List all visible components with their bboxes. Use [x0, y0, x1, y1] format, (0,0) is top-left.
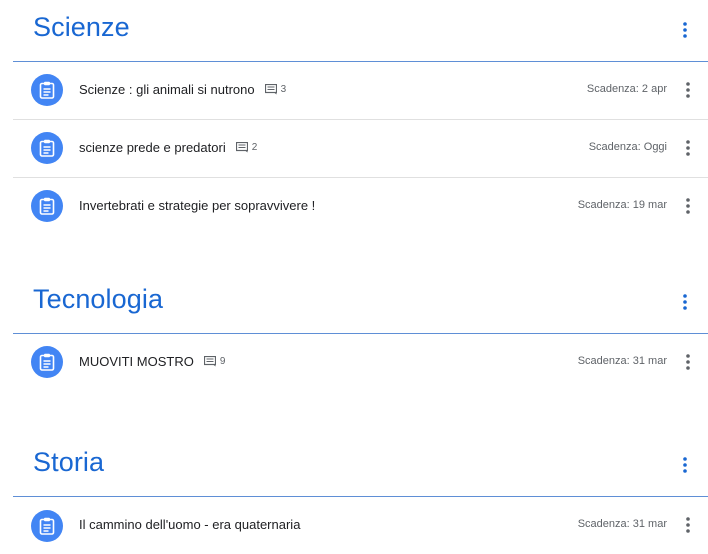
comment-count: 9	[203, 356, 226, 367]
more-vert-icon	[686, 82, 690, 98]
comment-icon	[264, 84, 277, 95]
assignment-item[interactable]: MUOVITI MOSTRO 9 Scadenza: 31 mar	[13, 334, 708, 391]
assignment-title-row: MUOVITI MOSTRO 9	[79, 354, 225, 369]
topic-header: Scienze	[0, 0, 708, 62]
topic-more-button[interactable]	[673, 453, 697, 477]
topic-header: Storia	[0, 435, 708, 497]
topic-more-button[interactable]	[673, 290, 697, 314]
comment-count: 3	[264, 84, 287, 95]
item-more-button[interactable]	[676, 513, 700, 537]
topic-title: Scienze	[33, 12, 130, 42]
topic-scienze: Scienze Scienze : gli animali si nutrono…	[0, 0, 708, 235]
comment-count: 2	[235, 142, 258, 153]
item-more-button[interactable]	[676, 350, 700, 374]
assignment-item[interactable]: scienze prede e predatori 2 Scadenza: Og…	[13, 120, 708, 178]
comment-icon	[203, 356, 216, 367]
assignment-title: MUOVITI MOSTRO	[79, 354, 194, 369]
comment-icon	[235, 142, 248, 153]
topic-storia: Storia Il cammino dell'uomo - era quater…	[0, 435, 708, 554]
assignment-item[interactable]: Il cammino dell'uomo - era quaternaria S…	[13, 497, 708, 554]
assignment-item[interactable]: Invertebrati e strategie per sopravviver…	[13, 178, 708, 235]
due-date: Scadenza: Oggi	[588, 141, 667, 153]
due-date: Scadenza: 2 apr	[586, 83, 667, 95]
assignment-icon	[31, 74, 63, 106]
item-more-button[interactable]	[676, 136, 700, 160]
more-vert-icon	[683, 457, 687, 473]
more-vert-icon	[686, 354, 690, 370]
due-date: Scadenza: 31 mar	[577, 518, 667, 530]
more-vert-icon	[686, 517, 690, 533]
comment-count-value: 9	[219, 356, 226, 367]
assignment-title-row: Scienze : gli animali si nutrono 3	[79, 82, 286, 97]
topic-title: Tecnologia	[33, 284, 164, 314]
assignment-title: Invertebrati e strategie per sopravviver…	[79, 198, 316, 213]
assignment-title-row: scienze prede e predatori 2	[79, 140, 257, 155]
comment-count-value: 3	[280, 84, 287, 95]
assignment-icon	[31, 132, 63, 164]
assignment-title-row: Il cammino dell'uomo - era quaternaria	[79, 517, 300, 532]
more-vert-icon	[686, 140, 690, 156]
assignment-icon	[31, 190, 63, 222]
item-more-button[interactable]	[676, 194, 700, 218]
item-more-button[interactable]	[676, 78, 700, 102]
topic-tecnologia: Tecnologia MUOVITI MOSTRO 9 Scadenza: 31…	[0, 272, 708, 391]
assignment-title-row: Invertebrati e strategie per sopravviver…	[79, 198, 315, 213]
more-vert-icon	[686, 198, 690, 214]
assignment-title: scienze prede e predatori	[79, 140, 226, 155]
assignment-icon	[31, 346, 63, 378]
more-vert-icon	[683, 294, 687, 310]
assignment-title: Il cammino dell'uomo - era quaternaria	[79, 517, 301, 532]
due-date: Scadenza: 19 mar	[577, 199, 667, 211]
due-date: Scadenza: 31 mar	[577, 355, 667, 367]
assignment-icon	[31, 510, 63, 542]
comment-count-value: 2	[251, 142, 258, 153]
more-vert-icon	[683, 22, 687, 38]
topic-header: Tecnologia	[0, 272, 708, 334]
assignment-title: Scienze : gli animali si nutrono	[79, 82, 255, 97]
topic-more-button[interactable]	[673, 18, 697, 42]
assignment-item[interactable]: Scienze : gli animali si nutrono 3 Scade…	[13, 62, 708, 120]
topic-title: Storia	[33, 447, 105, 477]
